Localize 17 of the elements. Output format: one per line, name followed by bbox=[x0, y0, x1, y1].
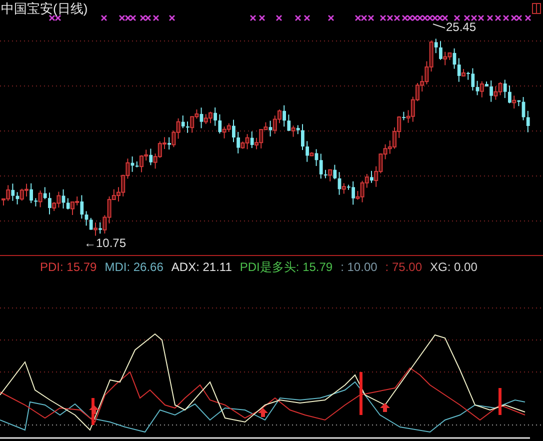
indicator-readout: : 75.00 bbox=[385, 260, 422, 274]
low-price-label: ←10.75 bbox=[84, 236, 126, 250]
indicator-readout: PDI是多头: 15.79 bbox=[240, 258, 333, 276]
window-icon[interactable] bbox=[532, 3, 541, 14]
high-price-label: 25.45 bbox=[446, 20, 476, 34]
up-arrow-icon bbox=[258, 408, 268, 417]
indicator-readout: ADX: 21.11 bbox=[171, 260, 232, 274]
up-arrow-icon bbox=[89, 405, 99, 414]
signal-bar bbox=[360, 372, 362, 415]
indicator-readout: : 10.00 bbox=[340, 260, 378, 274]
signal-bar bbox=[498, 388, 502, 415]
leader-line bbox=[432, 24, 446, 28]
indicator-readout: XG: 0.00 bbox=[430, 260, 478, 274]
indicator-readout: PDI: 15.79 bbox=[40, 260, 97, 274]
up-arrow-icon bbox=[380, 403, 390, 412]
window-title: 中国宝安(日线) bbox=[1, 0, 88, 18]
indicator-readout: MDI: 26.66 bbox=[104, 260, 164, 274]
